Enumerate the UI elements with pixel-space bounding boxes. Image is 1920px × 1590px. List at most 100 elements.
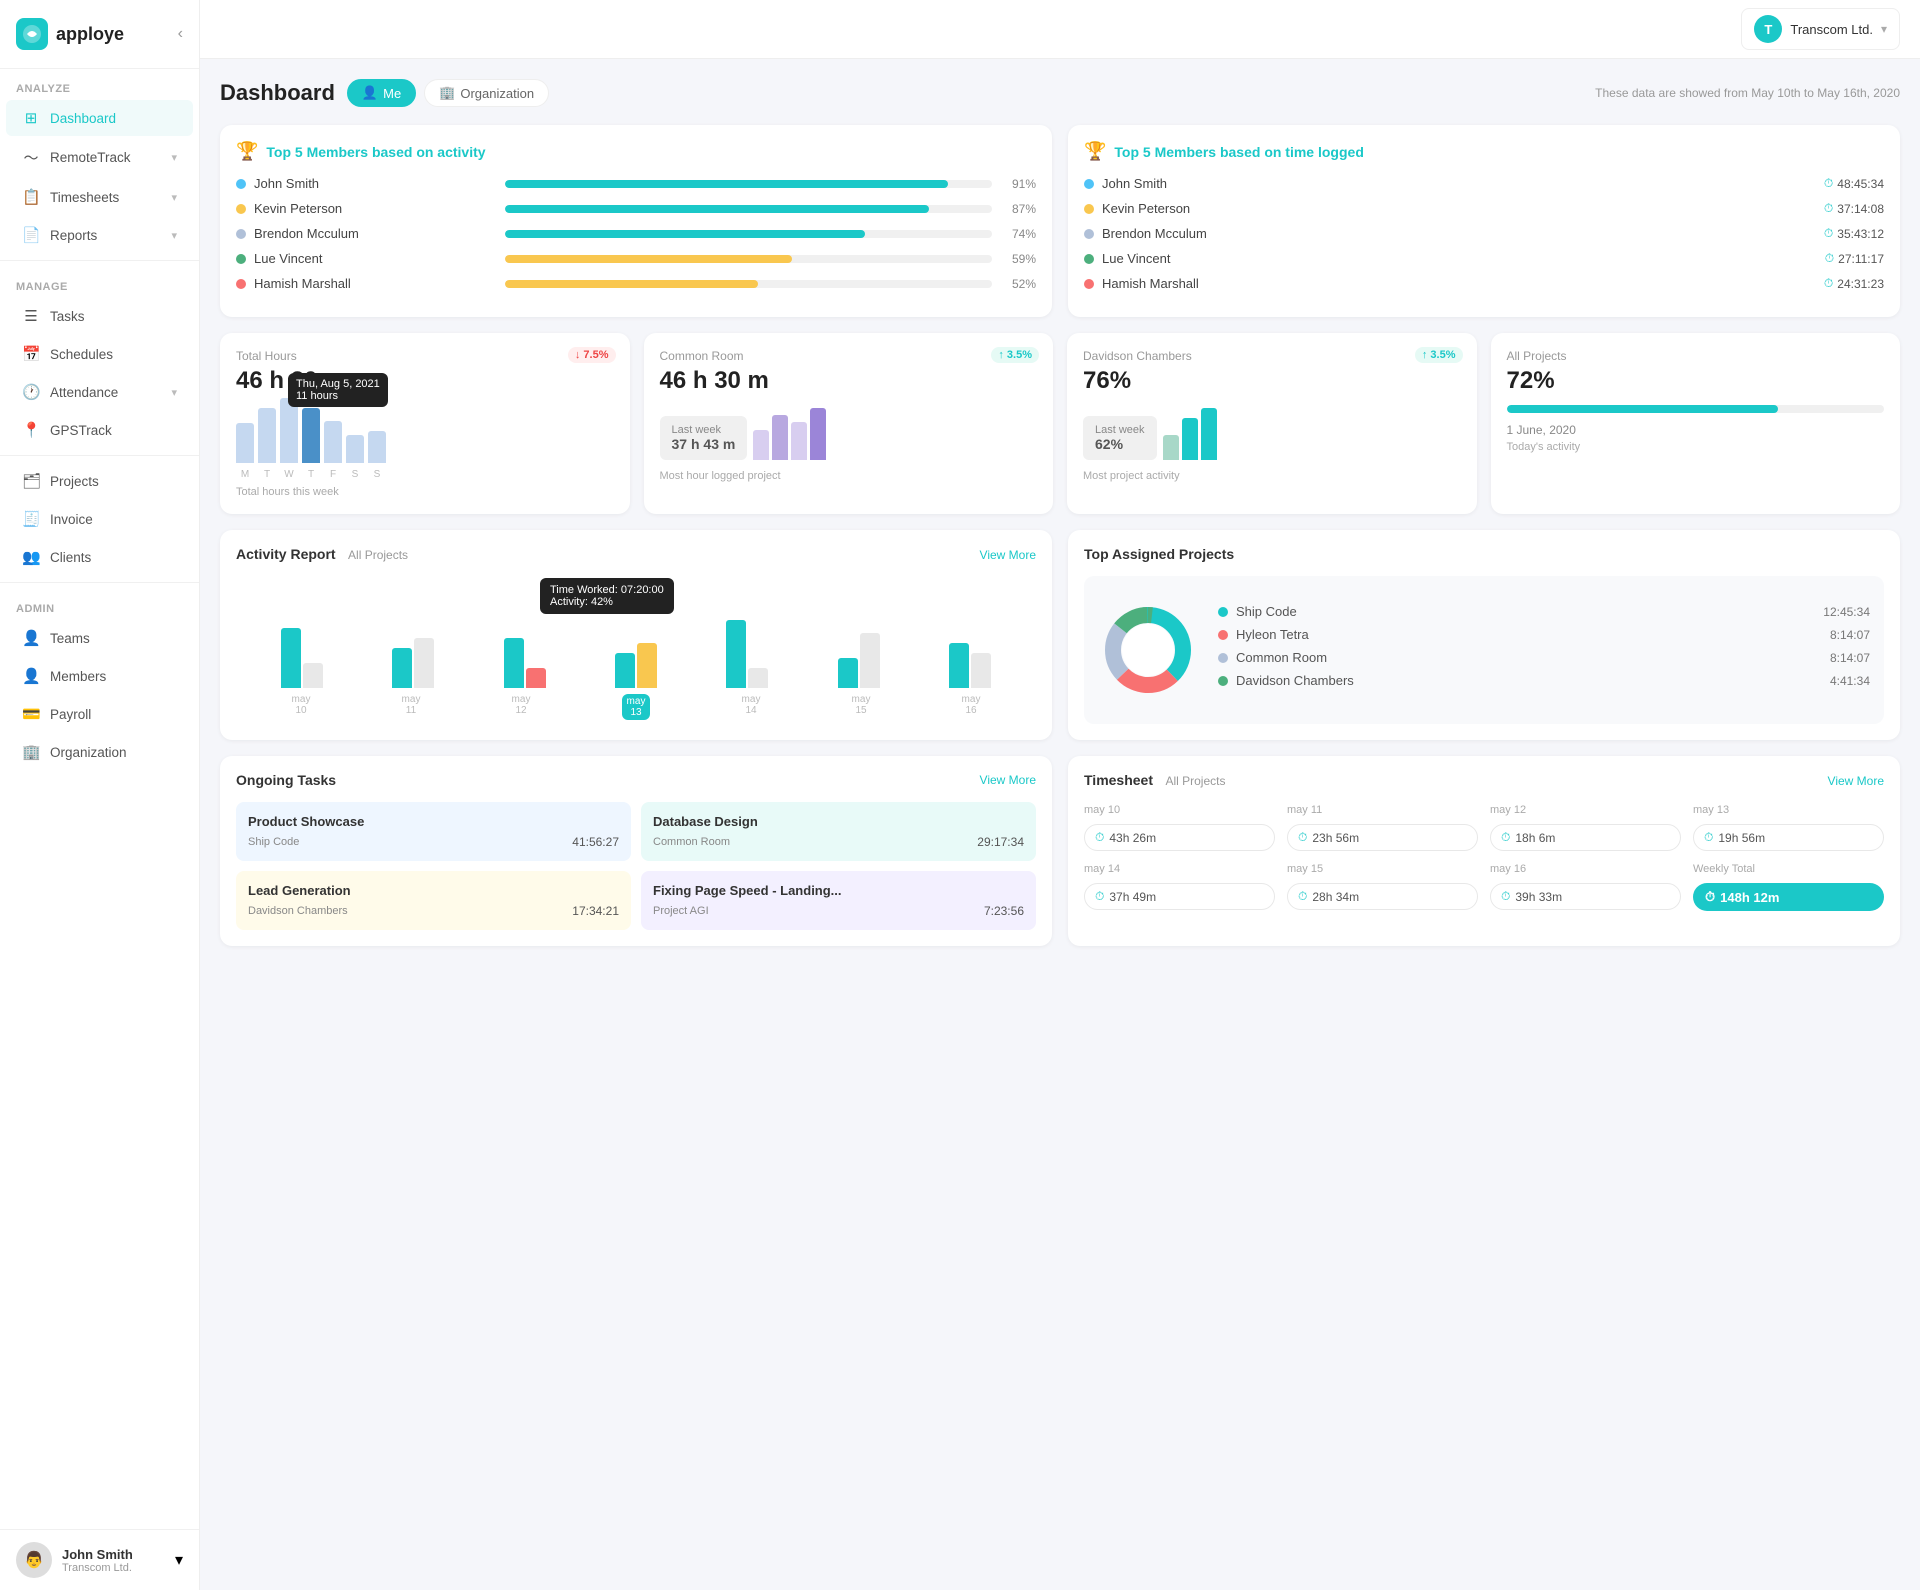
member-row: Lue Vincent ⏱ 27:11:17: [1084, 251, 1884, 266]
company-avatar: T: [1754, 15, 1782, 43]
sidebar-item-tasks[interactable]: ☰ Tasks: [6, 298, 193, 334]
task-fixing-page: Fixing Page Speed - Landing... Project A…: [641, 871, 1036, 930]
legend-name: Ship Code: [1236, 604, 1823, 619]
clock-icon: ⏱: [1825, 251, 1834, 266]
ts-date: may 11: [1287, 804, 1478, 816]
sidebar-item-dashboard[interactable]: ⊞ Dashboard: [6, 100, 193, 136]
clock-icon: ⏱: [1095, 889, 1104, 904]
schedules-icon: 📅: [22, 345, 40, 363]
progress-bar: [505, 205, 992, 213]
legend-time: 8:14:07: [1830, 651, 1870, 665]
logo-icon: [16, 18, 48, 50]
timesheet-view-more[interactable]: View More: [1828, 774, 1884, 788]
activity-view-more[interactable]: View More: [980, 548, 1036, 562]
sidebar-item-payroll[interactable]: 💳 Payroll: [6, 696, 193, 732]
sidebar-item-organization[interactable]: 🏢 Organization: [6, 734, 193, 770]
user-section[interactable]: 👨 John Smith Transcom Ltd. ▾: [0, 1529, 199, 1590]
progress-bar: [505, 180, 992, 188]
sidebar-item-attendance[interactable]: 🕐 Attendance ▾: [6, 374, 193, 410]
member-time: ⏱ 48:45:34: [1824, 176, 1884, 191]
sidebar-item-label: Payroll: [50, 707, 91, 722]
tasks-view-more[interactable]: View More: [980, 773, 1036, 787]
sidebar-item-label: Clients: [50, 550, 91, 565]
sidebar-item-teams[interactable]: 👤 Teams: [6, 620, 193, 656]
stat-badge: ↓ 7.5%: [568, 347, 616, 363]
tab-organization[interactable]: 🏢 Organization: [424, 79, 549, 107]
progress-bar: [505, 255, 992, 263]
task-project: Davidson Chambers: [248, 905, 348, 917]
bar-su: [368, 431, 386, 463]
member-name: Hamish Marshall: [254, 276, 497, 291]
last-week-box: Last week 37 h 43 m: [660, 416, 748, 460]
gps-icon: 📍: [22, 421, 40, 439]
sidebar-item-invoice[interactable]: 🧾 Invoice: [6, 501, 193, 537]
stat-value: 46 h 30 m: [660, 367, 1038, 395]
day-bar-13-active: [615, 618, 657, 688]
legend-time: 12:45:34: [1823, 605, 1870, 619]
member-pct: 87%: [1000, 202, 1036, 216]
member-dot: [236, 204, 246, 214]
sidebar-item-remotetrack[interactable]: 〜 RemoteTrack ▾: [6, 138, 193, 177]
tasks-timesheet-row: Ongoing Tasks View More Product Showcase…: [220, 756, 1900, 946]
sidebar-item-reports[interactable]: 📄 Reports ▾: [6, 217, 193, 253]
bar-m: [236, 423, 254, 463]
timesheet-grid: may 10 ⏱ 43h 26m may 11 ⏱ 23h 56m: [1084, 804, 1884, 911]
member-name: John Smith: [254, 176, 497, 191]
analyze-label: Analyze: [0, 69, 199, 99]
weekly-total-label: Weekly Total: [1693, 863, 1884, 875]
bar-labels: M T W T F S S: [236, 469, 614, 480]
collapse-button[interactable]: ‹: [178, 25, 183, 43]
progress-bar: [505, 280, 992, 288]
bar-label-su: S: [368, 469, 386, 480]
projects-icon: 🗂: [22, 472, 40, 490]
stats-row: Total Hours 46 h 30 m ↓ 7.5% Thu, Aug 5: [220, 333, 1900, 514]
bar-sa: [346, 435, 364, 463]
clock-icon: ⏱: [1824, 201, 1833, 216]
projects-content: Ship Code 12:45:34 Hyleon Tetra 8:14:07 …: [1084, 576, 1884, 724]
ts-time: ⏱ 28h 34m: [1287, 883, 1478, 910]
ts-may12: may 12 ⏱ 18h 6m: [1490, 804, 1681, 851]
task-name: Lead Generation: [248, 883, 619, 898]
ts-time: ⏱ 37h 49m: [1084, 883, 1275, 910]
clock-icon: ⏱: [1501, 830, 1510, 845]
sidebar-item-timesheets[interactable]: 📋 Timesheets ▾: [6, 179, 193, 215]
ongoing-tasks-title: Ongoing Tasks: [236, 772, 336, 788]
top-activity-title: Top 5 Members based on activity: [266, 144, 485, 160]
stat-sublabel: Most hour logged project: [660, 470, 1038, 482]
chevron-down-icon: ▾: [171, 151, 177, 164]
member-name: Hamish Marshall: [1102, 276, 1816, 291]
dot-ship-code: [1218, 607, 1228, 617]
last-week-val-dav: 62%: [1095, 436, 1145, 452]
legend-name: Hyleon Tetra: [1236, 627, 1830, 642]
member-name: Brendon Mcculum: [1102, 226, 1816, 241]
tab-me[interactable]: 👤 Me: [347, 79, 416, 107]
sidebar-item-clients[interactable]: 👥 Clients: [6, 539, 193, 575]
ts-date: may 16: [1490, 863, 1681, 875]
task-time: 29:17:34: [977, 835, 1024, 849]
sidebar-item-projects[interactable]: 🗂 Projects: [6, 463, 193, 499]
app-name: apploye: [56, 24, 124, 45]
user-chevron-icon: ▾: [175, 1550, 183, 1570]
dot-hyleon: [1218, 630, 1228, 640]
bar-label-w: W: [280, 469, 298, 480]
company-selector[interactable]: T Transcom Ltd. ▾: [1741, 8, 1900, 50]
trophy-icon-time: 🏆: [1084, 141, 1106, 162]
sidebar-item-schedules[interactable]: 📅 Schedules: [6, 336, 193, 372]
task-time: 17:34:21: [572, 904, 619, 918]
ts-time: ⏱ 39h 33m: [1490, 883, 1681, 910]
ts-may13: may 13 ⏱ 19h 56m: [1693, 804, 1884, 851]
day-bar-10: [281, 618, 323, 688]
member-name: Kevin Peterson: [1102, 201, 1816, 216]
sidebar-item-members[interactable]: 👤 Members: [6, 658, 193, 694]
member-pct: 52%: [1000, 277, 1036, 291]
member-row: John Smith 91%: [236, 176, 1036, 191]
sidebar-item-gpstrack[interactable]: 📍 GPSTrack: [6, 412, 193, 448]
ts-may14: may 14 ⏱ 37h 49m: [1084, 863, 1275, 911]
member-name: Lue Vincent: [254, 251, 497, 266]
project-legend: Ship Code 12:45:34 Hyleon Tetra 8:14:07 …: [1218, 604, 1870, 696]
company-name: Transcom Ltd.: [1790, 22, 1873, 37]
bar-label-f: F: [324, 469, 342, 480]
ts-date: may 14: [1084, 863, 1275, 875]
member-row: Hamish Marshall ⏱ 24:31:23: [1084, 276, 1884, 291]
stat-all-projects: All Projects 72% 1 June, 2020 Today's ac…: [1491, 333, 1901, 514]
